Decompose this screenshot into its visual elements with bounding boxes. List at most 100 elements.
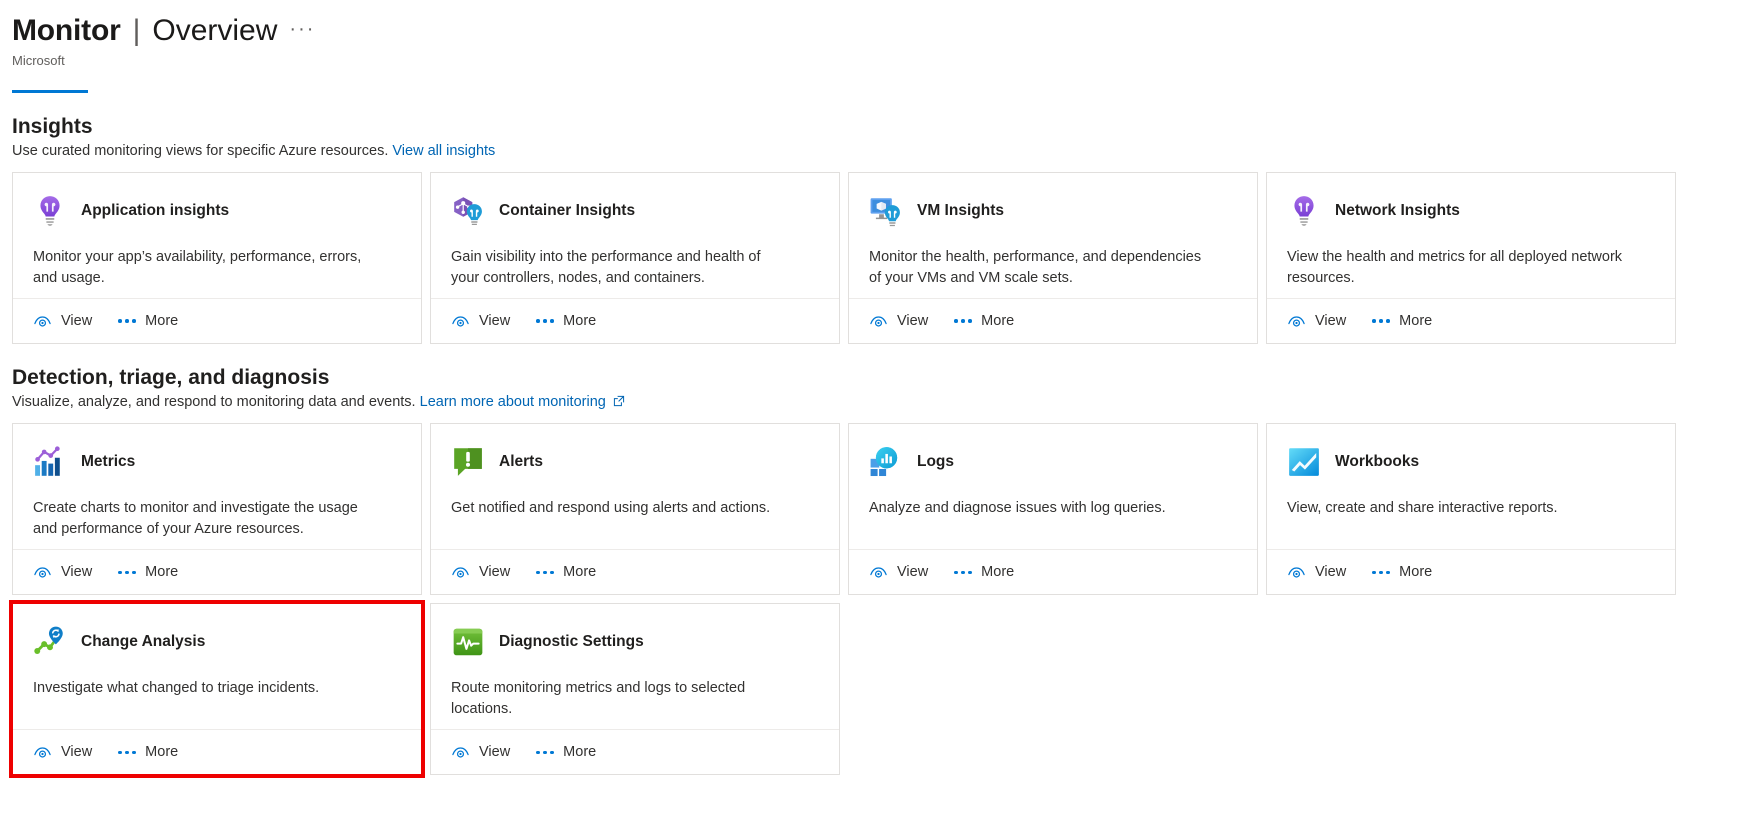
view-button-label: View <box>897 313 929 330</box>
diagnostic-settings-icon <box>453 629 483 656</box>
view-button[interactable]: View <box>451 312 510 331</box>
more-button-label: More <box>563 744 597 761</box>
card-description: Monitor the health, performance, and dep… <box>869 249 1202 286</box>
ellipsis-icon <box>118 319 136 323</box>
section-title: Insights <box>12 115 93 138</box>
sections-host: Insights Use curated monitoring views for… <box>0 115 1738 779</box>
view-button-label: View <box>479 313 511 330</box>
view-button[interactable]: View <box>869 312 928 331</box>
view-button[interactable]: View <box>33 563 92 582</box>
more-button[interactable]: More <box>118 564 178 580</box>
card-diagnostic-settings[interactable]: Diagnostic Settings Route monitoring metr… <box>430 603 840 776</box>
view-button[interactable]: View <box>451 743 510 762</box>
more-button-label: More <box>563 313 597 330</box>
card-description: Monitor your app’s availability, perform… <box>33 249 362 286</box>
card-alerts[interactable]: Alerts Get notified and respond using ale… <box>430 423 840 596</box>
card-header: Diagnostic Settings <box>451 622 819 662</box>
monitor-overview-blade: Monitor | Overview ··· Microsoft Insight… <box>0 0 1738 836</box>
more-button[interactable]: More <box>536 313 596 329</box>
more-button-label: More <box>145 313 179 330</box>
lightbulb-purple-icon <box>1294 196 1314 226</box>
more-button[interactable]: More <box>536 744 596 760</box>
card-row: Change Analysis Investigate what changed … <box>9 600 1726 779</box>
view-button[interactable]: View <box>1287 312 1346 331</box>
card-description: Create charts to monitor and investigate… <box>33 500 358 537</box>
more-button[interactable]: More <box>118 744 178 760</box>
logs-icon <box>870 447 898 477</box>
view-eye-icon <box>1288 567 1305 578</box>
card-description: View, create and share interactive repor… <box>1287 500 1558 517</box>
view-button-label: View <box>479 564 511 581</box>
card-footer: View More <box>1267 298 1675 343</box>
view-button[interactable]: View <box>1287 563 1346 582</box>
card-header: Metrics <box>33 442 401 482</box>
card-title: VM Insights <box>917 202 1004 219</box>
card-title: Application insights <box>81 202 230 219</box>
view-button[interactable]: View <box>33 743 92 762</box>
ellipsis-icon <box>536 319 554 323</box>
workbooks-icon <box>1289 448 1319 476</box>
card-header: Workbooks <box>1287 442 1655 482</box>
more-button[interactable]: More <box>954 313 1014 329</box>
card-row: Application insights Monitor your app’s a… <box>12 172 1726 345</box>
more-button[interactable]: More <box>1372 313 1432 329</box>
more-button[interactable]: More <box>954 564 1014 580</box>
page-title-separator: | <box>132 14 141 47</box>
ellipsis-icon <box>1372 570 1390 575</box>
view-eye-icon <box>1288 316 1305 327</box>
card-body: VM Insights Monitor the health, performan… <box>849 173 1257 298</box>
card-title: Diagnostic Settings <box>499 633 644 651</box>
view-button[interactable]: View <box>33 312 92 331</box>
view-button-label: View <box>479 744 511 761</box>
card-change-analysis[interactable]: Change Analysis Investigate what changed … <box>9 600 425 779</box>
section-link-insights[interactable]: View all insights <box>392 143 495 159</box>
card-vm-insights[interactable]: VM Insights Monitor the health, performan… <box>848 172 1258 345</box>
metrics-chart-icon <box>35 446 60 476</box>
more-button[interactable]: More <box>1372 564 1432 580</box>
card-body: Application insights Monitor your app’s a… <box>13 173 421 298</box>
more-button[interactable]: More <box>118 313 178 329</box>
card-body: Diagnostic Settings Route monitoring metr… <box>431 604 839 729</box>
card-body: Logs Analyze and diagnose issues with log… <box>849 424 1257 549</box>
view-eye-icon <box>870 316 887 327</box>
card-metrics[interactable]: Metrics Create charts to monitor and inve… <box>12 423 422 596</box>
card-header: Logs <box>869 442 1237 482</box>
container-lightbulb-icon <box>454 197 482 226</box>
ellipsis-icon <box>536 570 554 575</box>
card-container-insights[interactable]: Container Insights Gain visibility into t… <box>430 172 840 345</box>
page-title: Monitor | Overview ··· <box>12 14 1738 47</box>
view-eye-icon <box>452 567 469 578</box>
more-commands-ellipsis-icon[interactable]: ··· <box>289 18 315 47</box>
view-eye-icon <box>870 567 887 578</box>
card-body: Alerts Get notified and respond using ale… <box>431 424 839 549</box>
view-button-label: View <box>61 313 93 330</box>
card-footer: View More <box>849 298 1257 343</box>
card-footer: View More <box>13 298 421 343</box>
card-title: Network Insights <box>1335 202 1460 219</box>
card-description: Investigate what changed to triage incid… <box>33 680 320 697</box>
ellipsis-icon <box>954 319 972 323</box>
more-button-label: More <box>145 744 179 761</box>
card-workbooks[interactable]: Workbooks View, create and share interact… <box>1266 423 1676 596</box>
section-link-detection-triage-diagnosis[interactable]: Learn more about monitoring <box>420 394 606 410</box>
card-logs[interactable]: Logs Analyze and diagnose issues with log… <box>848 423 1258 596</box>
view-button[interactable]: View <box>451 563 510 582</box>
card-title: Alerts <box>499 453 543 471</box>
card-description: Route monitoring metrics and logs to sel… <box>451 680 746 717</box>
view-button[interactable]: View <box>869 563 928 582</box>
card-application-insights[interactable]: Application insights Monitor your app’s a… <box>12 172 422 345</box>
more-button[interactable]: More <box>536 564 596 580</box>
card-title: Logs <box>917 453 955 471</box>
card-header: Alerts <box>451 442 819 482</box>
card-network-insights[interactable]: Network Insights View the health and metr… <box>1266 172 1676 345</box>
page-subtitle: Microsoft <box>12 53 65 68</box>
view-eye-icon <box>452 316 469 327</box>
ellipsis-icon <box>1372 319 1390 323</box>
active-tab-underline <box>12 90 88 93</box>
more-button-label: More <box>145 564 179 581</box>
ellipsis-icon <box>118 750 136 755</box>
ellipsis-icon <box>954 570 972 575</box>
card-footer: View More <box>431 549 839 594</box>
card-title: Metrics <box>81 453 136 471</box>
section-insights: Insights Use curated monitoring views for… <box>0 115 1738 345</box>
